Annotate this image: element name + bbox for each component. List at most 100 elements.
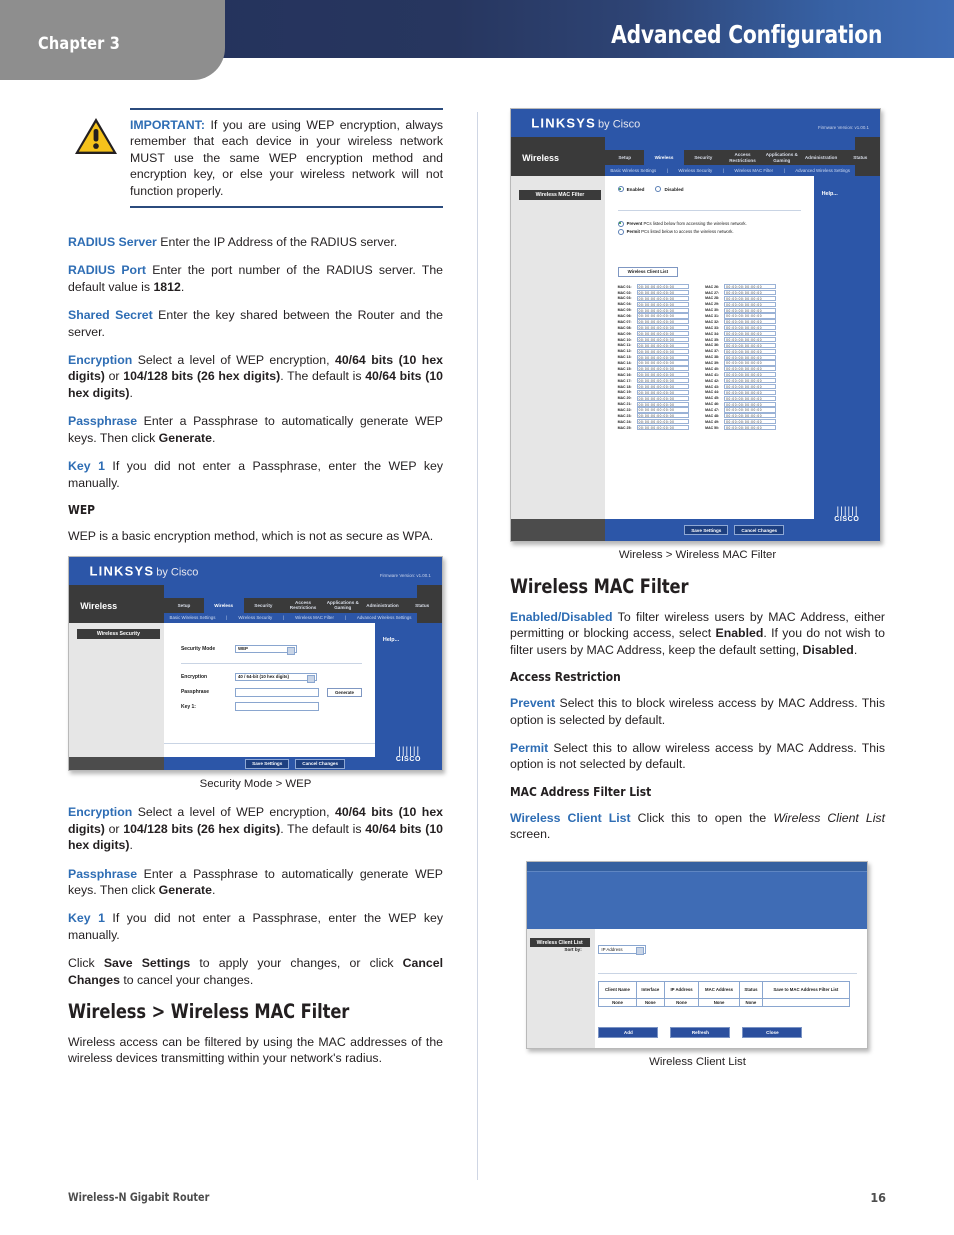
radio-prevent-icon[interactable] — [617, 220, 624, 227]
select-encryption[interactable]: 40 / 64-bit (10 hex digits) — [234, 672, 317, 683]
mac-entry-row[interactable]: MAC 39: 00:00:00:00:00:00 — [705, 360, 777, 366]
mac-entry-input[interactable]: 00:00:00:00:00:00 — [636, 342, 689, 348]
subtab-basic-wireless-settings[interactable]: Basic Wireless Settings — [170, 615, 216, 620]
mac-entry-input[interactable]: 00:00:00:00:00:00 — [636, 395, 689, 401]
mac-entry-row[interactable]: MAC 43: 00:00:00:00:00:00 — [705, 383, 777, 390]
mac-entry-row[interactable]: MAC 30: 00:00:00:00:00:00 — [705, 307, 777, 313]
mac-entry-input[interactable]: 00:00:00:00:00:00 — [636, 378, 689, 384]
mac-entry-row[interactable]: MAC 32: 00:00:00:00:00:00 — [705, 319, 777, 325]
input-key1[interactable] — [234, 702, 319, 712]
wcl-close-button[interactable]: Close — [742, 1027, 803, 1039]
mac-entry-input[interactable]: 00:00:00:00:00:00 — [636, 301, 689, 307]
mac-entry-input[interactable]: 00:00:00:00:00:00 — [724, 336, 777, 343]
mac-entry-input[interactable]: 00:00:00:00:00:00 — [724, 325, 777, 331]
mac-entry-row[interactable]: MAC 37: 00:00:00:00:00:00 — [705, 348, 777, 354]
mac-entry-row[interactable]: MAC 36: 00:00:00:00:00:00 — [705, 342, 777, 348]
radio-group-enabled-disabled[interactable]: Enabled Disabled — [617, 186, 684, 193]
tab-setup[interactable]: Setup — [164, 598, 204, 613]
mac-entry-row[interactable]: MAC 16: 00:00:00:00:00:00 — [618, 372, 689, 378]
mac-entry-input[interactable]: 00:00:00:00:00:00 — [724, 342, 777, 348]
mac-entry-input[interactable]: 00:00:00:00:00:00 — [724, 413, 777, 419]
tab-setup-2[interactable]: Setup — [605, 150, 644, 165]
mac-entry-input[interactable]: 00:00:00:00:00:00 — [636, 389, 689, 395]
mac-entry-row[interactable]: MAC 20: 00:00:00:00:00:00 — [618, 395, 689, 401]
subtab-wireless-mac-filter-2[interactable]: Wireless MAC Filter — [734, 168, 773, 173]
mac-entry-row[interactable]: MAC 48: 00:00:00:00:00:00 — [705, 413, 777, 419]
mac-entry-row[interactable]: MAC 18: 00:00:00:00:00:00 — [618, 383, 689, 390]
mac-entry-input[interactable]: 00:00:00:00:00:00 — [636, 366, 689, 372]
access-restriction-group[interactable]: Prevent PCs listed below from accessing … — [617, 220, 747, 237]
tab-row-2[interactable]: Setup Wireless Security Access Restricti… — [605, 150, 880, 166]
tab-status-2[interactable]: Status — [841, 150, 880, 165]
mac-entry-row[interactable]: MAC 12: 00:00:00:00:00:00 — [618, 348, 689, 354]
field-encryption[interactable]: Encryption 40 / 64-bit (10 hex digits) — [181, 672, 317, 683]
tab-wireless[interactable]: Wireless — [203, 598, 244, 613]
mac-entry-input[interactable]: 00:00:00:00:00:00 — [724, 419, 777, 425]
mac-entry-row[interactable]: MAC 28: 00:00:00:00:00:00 — [705, 295, 777, 301]
mac-entry-row[interactable]: MAC 22: 00:00:00:00:00:00 — [618, 407, 689, 413]
subtab-advanced-wireless-settings[interactable]: Advanced Wireless Settings — [357, 615, 412, 620]
mac-entry-input[interactable]: 00:00:00:00:00:00 — [724, 319, 777, 325]
tab-security[interactable]: Security — [244, 598, 284, 613]
field-security-mode[interactable]: Security Mode WEP — [181, 644, 297, 655]
mac-entry-input[interactable]: 00:00:00:00:00:00 — [636, 360, 689, 366]
help-link[interactable]: Help... — [383, 637, 399, 643]
subtab-row[interactable]: Basic Wireless Settings | Wireless Secur… — [164, 612, 417, 624]
mac-entry-input[interactable]: 00:00:00:00:00:00 — [724, 401, 777, 407]
mac-address-column-left[interactable]: MAC 01: 00:00:00:00:00:00 MAC 02: 00:00:00:… — [618, 284, 689, 431]
mac-entry-row[interactable]: MAC 19: 00:00:00:00:00:00 — [618, 389, 689, 395]
mac-entry-input[interactable]: 00:00:00:00:00:00 — [636, 419, 689, 425]
mac-entry-row[interactable]: MAC 35: 00:00:00:00:00:00 — [705, 336, 777, 343]
mac-entry-row[interactable]: MAC 49: 00:00:00:00:00:00 — [705, 419, 777, 425]
tab-applications-gaming-2[interactable]: Applications & Gaming — [762, 150, 801, 165]
mac-entry-row[interactable]: MAC 07: 00:00:00:00:00:00 — [618, 319, 689, 325]
mac-entry-input[interactable]: 00:00:00:00:00:00 — [724, 295, 777, 301]
mac-entry-input[interactable]: 00:00:00:00:00:00 — [724, 366, 777, 372]
mac-entry-input[interactable]: 00:00:00:00:00:00 — [724, 284, 777, 290]
subtab-wireless-security[interactable]: Wireless Security — [238, 615, 272, 620]
subtab-wireless-mac-filter[interactable]: Wireless MAC Filter — [295, 615, 334, 620]
mac-entry-input[interactable]: 00:00:00:00:00:00 — [636, 413, 689, 419]
tab-wireless-2[interactable]: Wireless — [644, 150, 684, 166]
wireless-client-list-button-wrap[interactable]: Wireless Client List — [617, 260, 679, 278]
mac-entry-input[interactable]: 00:00:00:00:00:00 — [636, 372, 689, 378]
cancel-changes-button[interactable]: Cancel Changes — [295, 758, 346, 769]
mac-entry-input[interactable]: 00:00:00:00:00:00 — [724, 389, 777, 395]
mac-entry-row[interactable]: MAC 33: 00:00:00:00:00:00 — [705, 325, 777, 331]
wcl-cell-save-checkbox[interactable] — [761, 997, 850, 1008]
mac-entry-row[interactable]: MAC 17: 00:00:00:00:00:00 — [618, 378, 689, 384]
mac-entry-input[interactable]: 00:00:00:00:00:00 — [636, 331, 689, 337]
mac-entry-row[interactable]: MAC 10: 00:00:00:00:00:00 — [618, 336, 689, 343]
mac-entry-input[interactable]: 00:00:00:00:00:00 — [636, 295, 689, 301]
tab-status[interactable]: Status — [402, 598, 442, 613]
wcl-sort-select[interactable]: IP Address — [598, 945, 647, 956]
mac-entry-input[interactable]: 00:00:00:00:00:00 — [724, 348, 777, 354]
help-link-2[interactable]: Help... — [822, 191, 838, 197]
tab-access-restrictions-2[interactable]: Access Restrictions — [723, 150, 762, 165]
mac-entry-row[interactable]: MAC 23: 00:00:00:00:00:00 — [618, 413, 689, 419]
mac-entry-input[interactable]: 00:00:00:00:00:00 — [724, 301, 777, 307]
mac-entry-row[interactable]: MAC 45: 00:00:00:00:00:00 — [705, 395, 777, 401]
mac-entry-row[interactable]: MAC 11: 00:00:00:00:00:00 — [618, 342, 689, 348]
mac-entry-input[interactable]: 00:00:00:00:00:00 — [724, 425, 777, 431]
mac-entry-row[interactable]: MAC 08: 00:00:00:00:00:00 — [618, 325, 689, 331]
field-key1[interactable]: Key 1: — [181, 702, 319, 712]
mac-entry-row[interactable]: MAC 05: 00:00:00:00:00:00 — [618, 307, 689, 313]
mac-entry-row[interactable]: MAC 47: 00:00:00:00:00:00 — [705, 407, 777, 413]
mac-address-column-right[interactable]: MAC 26: 00:00:00:00:00:00 MAC 27: 00:00:00:… — [705, 284, 777, 431]
radio-enabled-icon[interactable] — [617, 186, 624, 193]
mac-entry-row[interactable]: MAC 25: 00:00:00:00:00:00 — [618, 425, 689, 431]
mac-entry-input[interactable]: 00:00:00:00:00:00 — [724, 360, 777, 366]
mac-entry-row[interactable]: MAC 31: 00:00:00:00:00:00 — [705, 313, 777, 319]
mac-entry-input[interactable]: 00:00:00:00:00:00 — [636, 289, 689, 296]
mac-entry-input[interactable]: 00:00:00:00:00:00 — [724, 313, 777, 319]
mac-entry-row[interactable]: MAC 38: 00:00:00:00:00:00 — [705, 354, 777, 360]
mac-entry-row[interactable]: MAC 26: 00:00:00:00:00:00 — [705, 284, 777, 290]
mac-entry-row[interactable]: MAC 01: 00:00:00:00:00:00 — [618, 284, 689, 290]
mac-entry-input[interactable]: 00:00:00:00:00:00 — [636, 407, 689, 413]
subtab-advanced-wireless-settings-2[interactable]: Advanced Wireless Settings — [795, 168, 850, 173]
wireless-client-list-button[interactable]: Wireless Client List — [617, 266, 679, 277]
mac-entry-input[interactable]: 00:00:00:00:00:00 — [724, 307, 777, 313]
mac-entry-row[interactable]: MAC 27: 00:00:00:00:00:00 — [705, 289, 777, 296]
tab-row[interactable]: Setup Wireless Security Access Restricti… — [164, 598, 442, 613]
